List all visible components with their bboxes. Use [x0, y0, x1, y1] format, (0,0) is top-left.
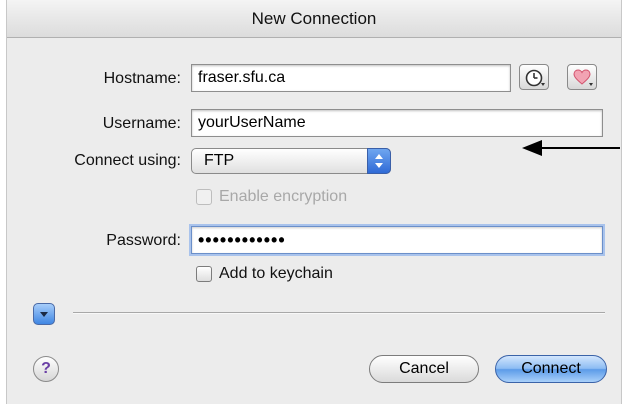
hostname-field[interactable]: fraser.sfu.ca	[191, 64, 511, 92]
enable-encryption-label: Enable encryption	[219, 188, 348, 205]
connect-using-popup[interactable]: FTP	[191, 148, 391, 174]
popup-arrows-icon	[367, 148, 391, 174]
triangle-down-icon	[40, 312, 48, 317]
username-label: Username:	[102, 115, 181, 132]
separator	[73, 312, 605, 314]
help-button[interactable]: ?	[33, 356, 59, 382]
window-title: New Connection	[7, 0, 621, 38]
clock-icon	[525, 69, 545, 87]
hostname-label: Hostname:	[103, 70, 181, 87]
password-label: Password:	[106, 232, 181, 249]
connect-using-label: Connect using:	[74, 152, 181, 169]
new-connection-dialog: New Connection Hostname: fraser.sfu.ca U…	[6, 0, 622, 404]
disclosure-button[interactable]	[33, 303, 55, 325]
connect-using-value: FTP	[204, 152, 235, 169]
password-field[interactable]: ••••••••••••	[191, 226, 603, 254]
cancel-button[interactable]: Cancel	[369, 355, 479, 383]
history-button[interactable]	[519, 64, 549, 90]
favorites-button[interactable]	[567, 64, 597, 90]
add-to-keychain-checkbox[interactable]	[196, 266, 212, 282]
heart-icon	[573, 69, 593, 86]
add-to-keychain-label: Add to keychain	[219, 265, 333, 282]
enable-encryption-checkbox[interactable]	[196, 189, 212, 205]
connect-button[interactable]: Connect	[495, 355, 607, 383]
username-field[interactable]: yourUserName	[191, 109, 603, 137]
